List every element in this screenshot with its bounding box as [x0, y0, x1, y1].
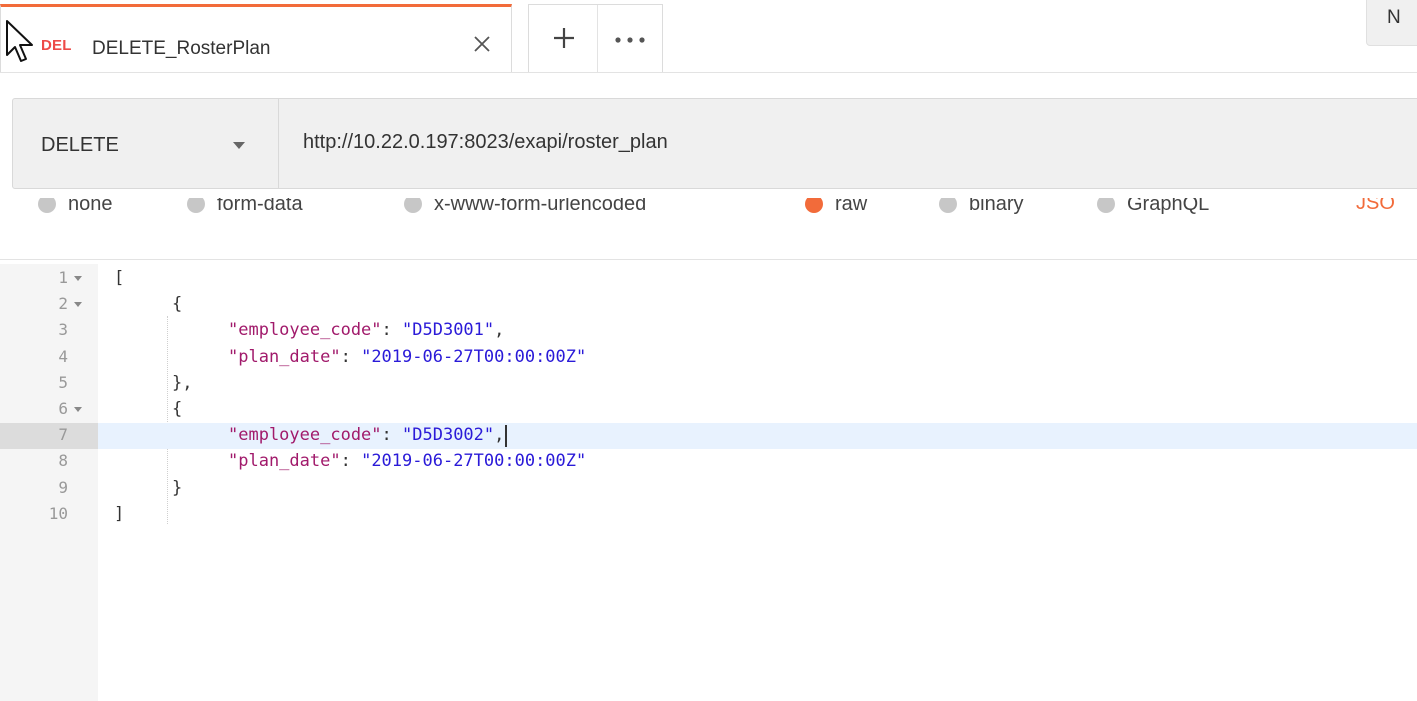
method-label: DELETE: [41, 134, 119, 156]
body-type-option[interactable]: none: [38, 198, 113, 216]
json-punctuation: }: [172, 477, 183, 498]
json-punctuation: ,: [494, 320, 505, 341]
json-punctuation: },: [172, 372, 193, 393]
json-punctuation: :: [340, 451, 362, 472]
line-number: 5: [58, 372, 68, 392]
body-type-divider: [0, 259, 1417, 260]
json-punctuation: {: [172, 399, 183, 419]
chevron-down-icon: [233, 142, 245, 149]
json-key: "plan_date": [228, 451, 341, 472]
body-type-label: x-www-form-urlencoded: [434, 198, 647, 215]
line-number: 4: [58, 346, 68, 366]
body-format-dropdown[interactable]: JSO: [1356, 198, 1395, 215]
radio-icon[interactable]: [939, 198, 957, 213]
line-number: 3: [58, 320, 68, 340]
line-number: 7: [58, 425, 68, 445]
environment-label: N: [1387, 7, 1401, 28]
tab-title: DELETE_RosterPlan: [92, 38, 271, 59]
tab-method-badge: DEL: [41, 37, 72, 54]
json-punctuation: ]: [114, 503, 125, 524]
fold-caret-icon[interactable]: [74, 407, 82, 412]
json-punctuation: :: [381, 425, 403, 446]
body-type-label: raw: [835, 198, 868, 215]
json-punctuation: ,: [494, 425, 505, 446]
json-punctuation: {: [172, 294, 183, 315]
json-string: "D5D3002": [402, 425, 495, 446]
json-string: "D5D3001": [402, 320, 495, 341]
code-line[interactable]: 7 "employee_code": "D5D3002",: [0, 423, 1417, 450]
request-tab[interactable]: DEL DELETE_RosterPlan: [0, 4, 512, 73]
body-type-label: form-data: [217, 198, 303, 215]
plus-icon[interactable]: [549, 23, 579, 53]
code-text: "employee_code": "D5D3001",: [228, 320, 504, 340]
fold-caret-icon[interactable]: [74, 302, 82, 308]
code-text: [: [114, 268, 124, 288]
body-type-option[interactable]: raw: [805, 198, 867, 216]
body-type-label: binary: [969, 198, 1024, 215]
fold-caret-icon[interactable]: [74, 276, 82, 281]
body-type-option[interactable]: form-data: [187, 198, 303, 216]
body-type-option[interactable]: binary: [939, 198, 1023, 216]
url-input[interactable]: http://10.22.0.197:8023/exapi/roster_pla…: [303, 131, 668, 154]
line-number: 10: [48, 503, 68, 523]
body-type-label: none: [68, 198, 113, 215]
line-number: 9: [58, 477, 68, 497]
code-line[interactable]: 10]: [0, 502, 1417, 528]
text-caret: [505, 425, 507, 448]
radio-icon[interactable]: [805, 198, 823, 213]
json-string: "2019-06-27T00:00:00Z": [361, 346, 587, 367]
body-type-selector: none form-data x-www-form-urlencoded raw bin…: [0, 198, 1417, 260]
json-key: "employee_code": [228, 425, 382, 446]
json-key: "employee_code": [228, 320, 382, 341]
tab-actions-divider: [597, 5, 598, 73]
json-punctuation: [: [114, 268, 125, 288]
code-text: },: [172, 373, 192, 393]
radio-icon[interactable]: [187, 198, 205, 213]
json-string: "2019-06-27T00:00:00Z": [361, 451, 587, 472]
json-punctuation: :: [381, 320, 403, 341]
line-number: 6: [58, 399, 68, 418]
body-type-label: GraphQL: [1127, 198, 1210, 215]
line-number: 1: [58, 268, 68, 287]
json-punctuation: :: [340, 346, 362, 367]
code-text: }: [172, 478, 182, 498]
radio-icon[interactable]: [38, 198, 56, 213]
tab-bar-divider: [0, 72, 1417, 73]
code-text: {: [172, 399, 182, 419]
code-text: "plan_date": "2019-06-27T00:00:00Z": [228, 451, 586, 471]
radio-icon[interactable]: [1097, 198, 1115, 213]
radio-icon[interactable]: [404, 198, 422, 213]
tab-bar: DEL DELETE_RosterPlan N: [0, 0, 1417, 78]
environment-selector[interactable]: N: [1366, 0, 1417, 46]
code-line[interactable]: 3 "employee_code": "D5D3001",: [0, 318, 1417, 344]
code-editor[interactable]: 1[2{3 "employee_code": "D5D3001", 4 "plan_d…: [0, 264, 1417, 701]
code-text: ]: [114, 504, 124, 524]
code-line[interactable]: 2{: [0, 292, 1417, 318]
json-key: "plan_date": [228, 346, 341, 367]
code-line[interactable]: 5},: [0, 371, 1417, 397]
code-text: {: [172, 294, 182, 314]
request-bar: DELETE http://10.22.0.197:8023/exapi/ros…: [12, 98, 1417, 189]
line-number: 2: [58, 294, 68, 314]
more-icon[interactable]: [609, 23, 653, 53]
code-line[interactable]: 1[: [0, 266, 1417, 292]
code-text: "employee_code": "D5D3002",: [228, 425, 504, 445]
code-line[interactable]: 8 "plan_date": "2019-06-27T00:00:00Z": [0, 449, 1417, 475]
code-line[interactable]: 9}: [0, 476, 1417, 502]
code-line[interactable]: 4 "plan_date": "2019-06-27T00:00:00Z": [0, 345, 1417, 371]
close-icon[interactable]: [467, 29, 497, 59]
tab-actions: [528, 4, 663, 73]
code-line[interactable]: 6{: [0, 397, 1417, 423]
line-number: 8: [58, 451, 68, 471]
code-text: "plan_date": "2019-06-27T00:00:00Z": [228, 347, 586, 367]
body-type-option[interactable]: GraphQL: [1097, 198, 1209, 216]
method-dropdown[interactable]: DELETE: [13, 99, 279, 188]
body-type-option[interactable]: x-www-form-urlencoded: [404, 198, 646, 216]
